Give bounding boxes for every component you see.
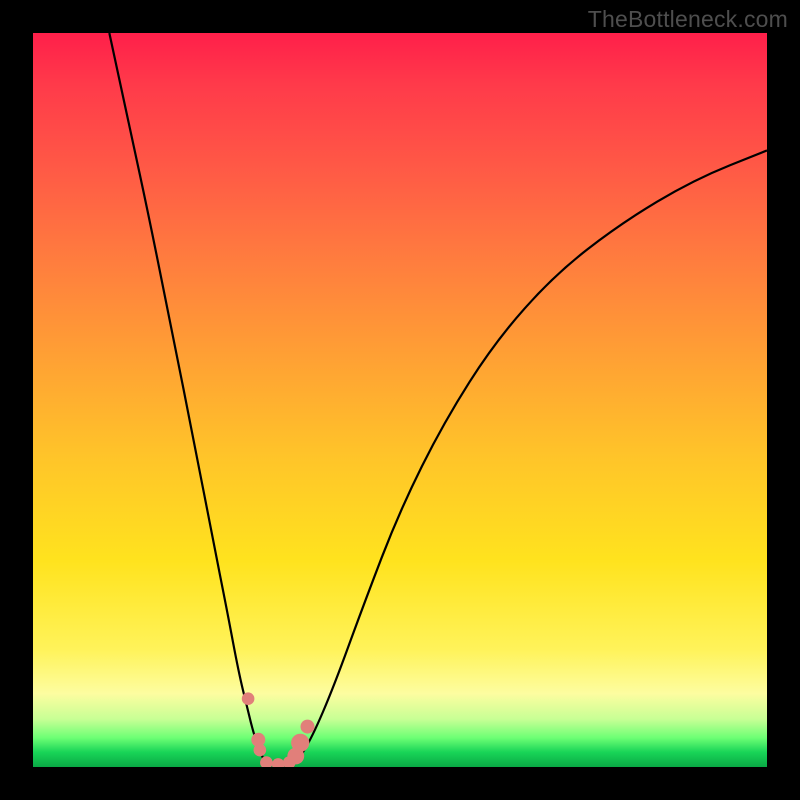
curve-svg [33,33,767,767]
data-point-p8 [291,734,309,752]
chart-frame: TheBottleneck.com [0,0,800,800]
chart-plot-area [33,33,767,767]
data-point-p3 [254,744,267,757]
bottleneck-curve [109,33,767,765]
watermark-text: TheBottleneck.com [588,6,788,33]
data-point-p5 [272,758,285,767]
data-point-p1 [242,692,255,705]
data-point-p9 [301,720,315,734]
